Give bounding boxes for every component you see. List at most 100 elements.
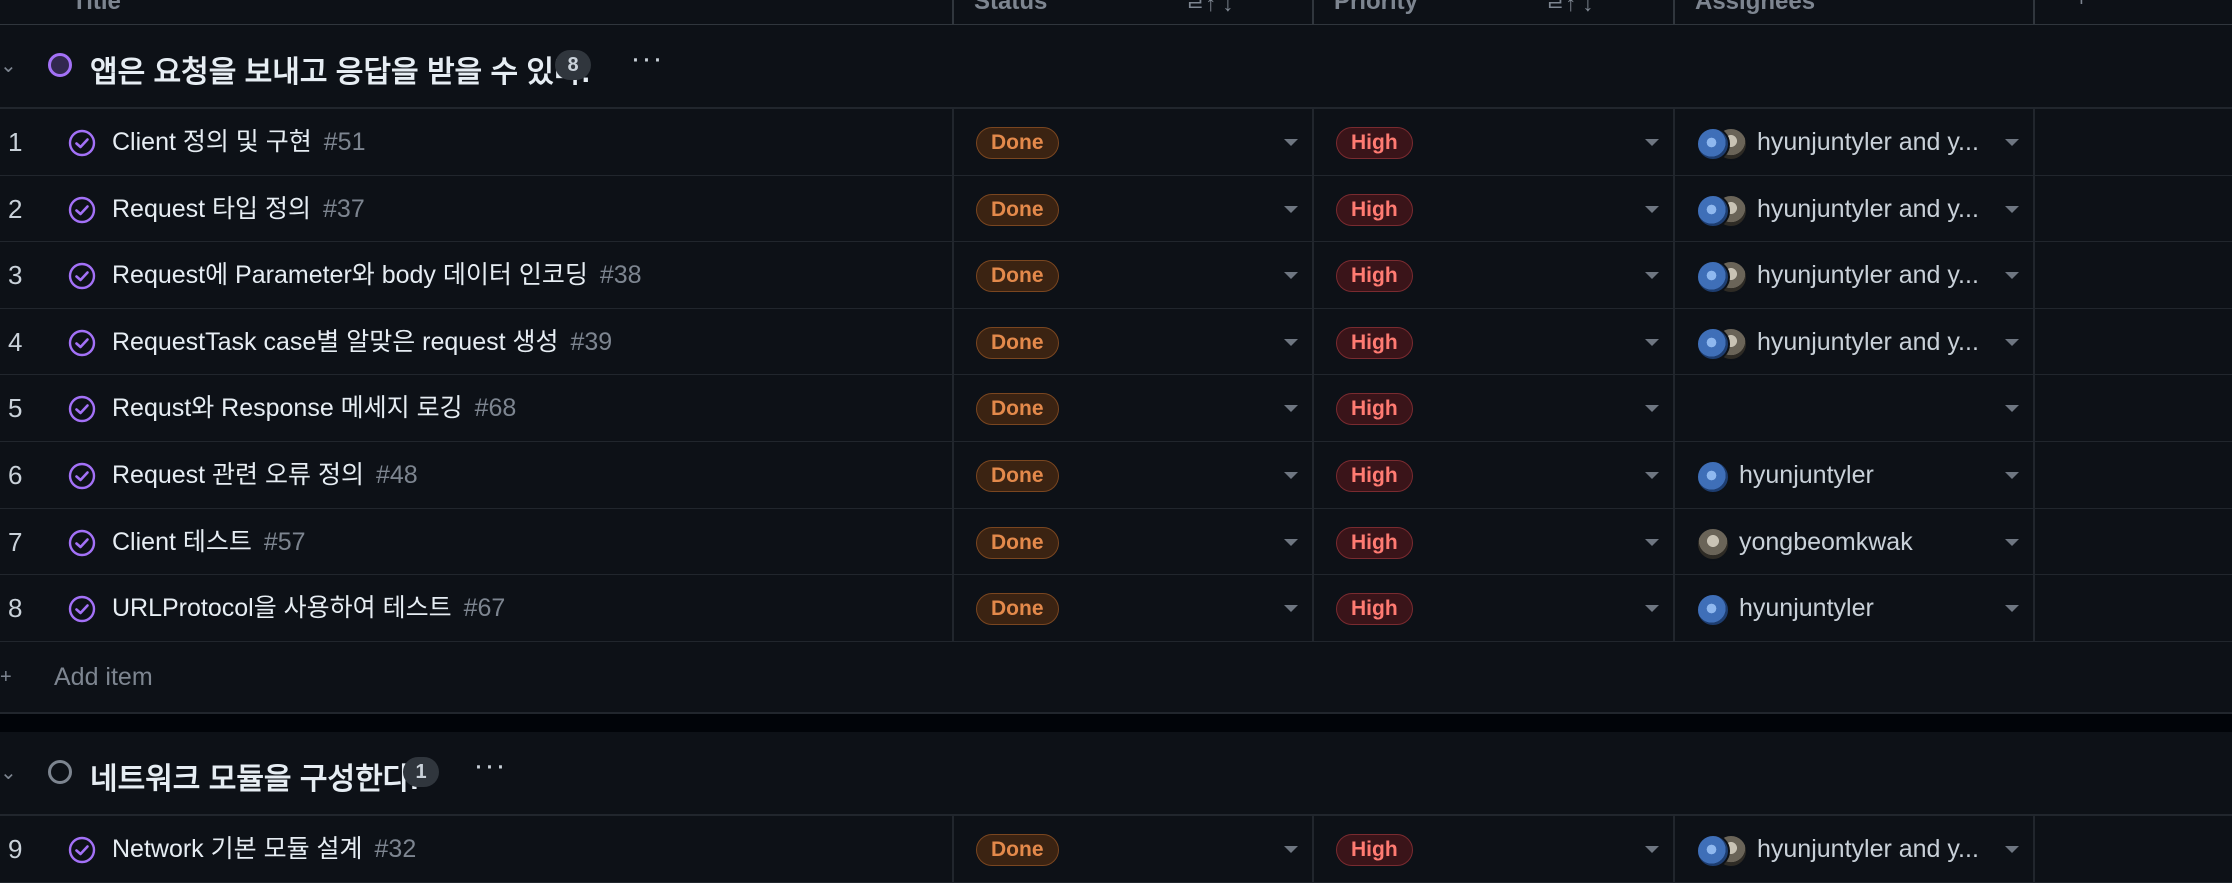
priority-dropdown-caret-icon[interactable]	[1645, 471, 1659, 479]
table-row[interactable]: 2 Request 타입 정의 #37 Done High hyunjuntyler an…	[0, 175, 2232, 243]
priority-badge[interactable]: High	[1336, 459, 1413, 492]
priority-dropdown-caret-icon[interactable]	[1645, 139, 1659, 146]
row-number: 5	[8, 393, 23, 424]
group-count-badge: 1	[403, 757, 439, 787]
assignees-dropdown-caret-icon[interactable]	[2005, 338, 2019, 346]
assignees-dropdown-caret-icon[interactable]	[2005, 405, 2019, 413]
issue-number: #48	[375, 460, 418, 489]
group-menu-button[interactable]: ···	[470, 751, 510, 788]
closed-issue-icon	[68, 595, 96, 623]
table-row[interactable]: 3 Request에 Parameter와 body 데이터 인코딩 #38 Done…	[0, 242, 2232, 309]
table-row[interactable]: 7 Client 테스트 #57 Done High yongbeomkwak	[0, 508, 2232, 576]
priority-dropdown-caret-icon[interactable]	[1645, 405, 1659, 413]
row-number: 8	[8, 593, 23, 624]
group-header[interactable]: ⌄ 네트워크 모듈을 구성한다. 1 ···	[0, 732, 2232, 816]
assignees-dropdown-caret-icon[interactable]	[2005, 538, 2019, 546]
table-row[interactable]: 9 Network 기본 모듈 설계 #32 Done High hyunjuntyler…	[0, 816, 2232, 883]
issue-group: ⌄ 앱은 요청을 보내고 응답을 받을 수 있다. 8 ··· 1 Client 정의 및…	[0, 25, 2232, 714]
issue-title-link[interactable]: Client 정의 및 구현 #51	[112, 109, 365, 175]
status-dropdown-caret-icon[interactable]	[1284, 538, 1298, 546]
issue-title-link[interactable]: Requst와 Response 메세지 로깅 #68	[112, 375, 516, 441]
status-badge[interactable]: Done	[976, 459, 1059, 492]
priority-badge[interactable]: High	[1336, 593, 1413, 626]
priority-dropdown-caret-icon[interactable]	[1645, 205, 1659, 213]
collapse-chevron-icon[interactable]: ⌄	[0, 760, 17, 785]
avatar	[1696, 834, 1730, 868]
status-badge[interactable]: Done	[976, 260, 1059, 293]
add-item-button[interactable]: Add item	[54, 642, 153, 712]
status-badge[interactable]: Done	[976, 326, 1059, 359]
avatar	[1696, 260, 1730, 295]
group-menu-button[interactable]: ···	[627, 44, 667, 81]
priority-badge[interactable]: High	[1336, 526, 1413, 559]
table-row[interactable]: 1 Client 정의 및 구현 #51 Done High hyunjuntyler a…	[0, 109, 2232, 176]
status-dropdown-caret-icon[interactable]	[1284, 846, 1298, 853]
add-item-row[interactable]: + Add item	[0, 642, 2232, 714]
priority-badge[interactable]: High	[1336, 326, 1413, 359]
priority-dropdown-caret-icon[interactable]	[1645, 272, 1659, 280]
issue-title-link[interactable]: URLProtocol을 사용하여 테스트 #67	[112, 575, 505, 641]
issue-title-text: URLProtocol을 사용하여 테스트	[112, 594, 452, 623]
assignees-dropdown-caret-icon[interactable]	[2005, 205, 2019, 213]
issue-number: #57	[263, 527, 306, 556]
status-badge[interactable]: Done	[976, 834, 1059, 866]
avatar	[1696, 127, 1730, 161]
priority-badge[interactable]: High	[1336, 393, 1413, 426]
priority-badge[interactable]: High	[1336, 193, 1413, 226]
column-header-title[interactable]: Title	[50, 0, 121, 24]
group-title: 앱은 요청을 보내고 응답을 받을 수 있다.	[90, 56, 590, 89]
assignees-dropdown-caret-icon[interactable]	[2005, 846, 2019, 853]
status-dropdown-caret-icon[interactable]	[1284, 471, 1298, 479]
priority-dropdown-caret-icon[interactable]	[1645, 846, 1659, 853]
priority-badge[interactable]: High	[1336, 260, 1413, 293]
status-badge[interactable]: Done	[976, 127, 1059, 159]
issue-title-text: Network 기본 모듈 설계	[112, 835, 363, 863]
priority-dropdown-caret-icon[interactable]	[1645, 605, 1659, 613]
status-dropdown-caret-icon[interactable]	[1284, 139, 1298, 146]
avatar	[1696, 193, 1730, 228]
assignees-dropdown-caret-icon[interactable]	[2005, 605, 2019, 613]
status-badge[interactable]: Done	[976, 526, 1059, 559]
status-dropdown-caret-icon[interactable]	[1284, 272, 1298, 280]
issue-title-link[interactable]: Request 관련 오류 정의 #48	[112, 442, 418, 508]
status-dropdown-caret-icon[interactable]	[1284, 605, 1298, 613]
priority-badge[interactable]: High	[1336, 834, 1413, 866]
priority-badge[interactable]: High	[1336, 127, 1413, 159]
add-column-button[interactable]: +	[2075, 0, 2088, 12]
column-header-assignees[interactable]: Assignees	[1673, 0, 1815, 24]
avatar	[1696, 459, 1730, 494]
status-badge[interactable]: Done	[976, 593, 1059, 626]
status-badge[interactable]: Done	[976, 393, 1059, 426]
issue-title-link[interactable]: Network 기본 모듈 설계 #32	[112, 816, 416, 882]
issue-title-link[interactable]: Request에 Parameter와 body 데이터 인코딩 #38	[112, 242, 642, 308]
status-badge[interactable]: Done	[976, 193, 1059, 226]
status-dropdown-caret-icon[interactable]	[1284, 338, 1298, 346]
table-row[interactable]: 5 Requst와 Response 메세지 로깅 #68 Done High	[0, 375, 2232, 442]
closed-issue-icon	[68, 129, 96, 157]
issue-title-link[interactable]: Request 타입 정의 #37	[112, 176, 365, 242]
issue-number: #67	[463, 594, 506, 623]
closed-issue-icon	[68, 329, 96, 356]
issue-number: #51	[323, 128, 366, 156]
priority-dropdown-caret-icon[interactable]	[1645, 338, 1659, 346]
assignees-dropdown-caret-icon[interactable]	[2005, 471, 2019, 479]
assignees-dropdown-caret-icon[interactable]	[2005, 139, 2019, 146]
issue-title-text: Request 관련 오류 정의	[112, 460, 364, 489]
status-dropdown-caret-icon[interactable]	[1284, 205, 1298, 213]
table-row[interactable]: 8 URLProtocol을 사용하여 테스트 #67 Done High hyunjun…	[0, 575, 2232, 642]
table-row[interactable]: 6 Request 관련 오류 정의 #48 Done High hyunjuntyler	[0, 441, 2232, 509]
status-dropdown-caret-icon[interactable]	[1284, 405, 1298, 413]
issue-number: #39	[570, 327, 613, 356]
column-header-status[interactable]: Status	[952, 0, 1047, 24]
issue-title-link[interactable]: Client 테스트 #57	[112, 509, 306, 575]
issue-title-text: Client 테스트	[112, 527, 252, 556]
assignees-text: hyunjuntyler and y...	[1757, 128, 1979, 156]
table-row[interactable]: 4 RequestTask case별 알맞은 request 생성 #39 Done…	[0, 308, 2232, 376]
issue-title-link[interactable]: RequestTask case별 알맞은 request 생성 #39	[112, 309, 612, 375]
assignees-dropdown-caret-icon[interactable]	[2005, 272, 2019, 280]
issue-number: #37	[323, 194, 365, 223]
column-header-priority[interactable]: Priority	[1312, 0, 1418, 24]
priority-dropdown-caret-icon[interactable]	[1645, 538, 1659, 546]
collapse-chevron-icon[interactable]: ⌄	[0, 53, 17, 78]
group-header[interactable]: ⌄ 앱은 요청을 보내고 응답을 받을 수 있다. 8 ···	[0, 25, 2232, 109]
